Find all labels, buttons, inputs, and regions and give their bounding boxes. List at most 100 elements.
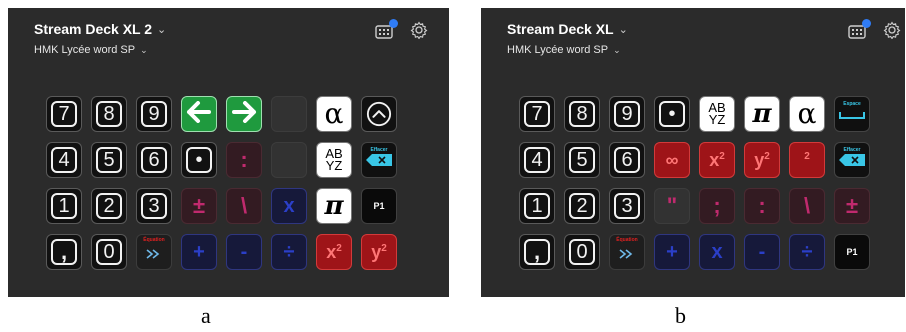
- profile-selector[interactable]: HMK Lycée word SP ⌄: [507, 44, 621, 56]
- key-label: 6: [141, 147, 167, 173]
- key-5-button[interactable]: 5: [564, 142, 600, 178]
- key-x-button[interactable]: x: [271, 188, 307, 224]
- key-x-button[interactable]: x2: [316, 234, 352, 270]
- key-8-button[interactable]: 8: [564, 96, 600, 132]
- key-x-button[interactable]: x2: [699, 142, 735, 178]
- key-8-button[interactable]: 8: [91, 96, 127, 132]
- key-symbol-button[interactable]: ": [654, 188, 690, 224]
- key-x-button[interactable]: x: [699, 234, 735, 270]
- key-label: Équation: [143, 237, 165, 243]
- key-1-button[interactable]: 1: [46, 188, 82, 224]
- key-label: 4: [51, 147, 77, 173]
- key-label: AB YZ: [325, 146, 343, 173]
- device-name: Stream Deck XL 2: [34, 21, 153, 37]
- key-7-button[interactable]: 7: [46, 96, 82, 132]
- key-empty-button[interactable]: [271, 96, 307, 132]
- key-0-button[interactable]: 0: [91, 234, 127, 270]
- key-label: •: [659, 101, 685, 127]
- key-symbol-button[interactable]: +: [654, 234, 690, 270]
- key-label: 5: [569, 147, 595, 173]
- key-text: y: [371, 241, 382, 262]
- key-label: y2: [754, 150, 770, 171]
- gear-icon[interactable]: [410, 21, 428, 40]
- key-espace-button[interactable]: Espace: [834, 96, 870, 132]
- key-symbol-button[interactable]: ∞: [654, 142, 690, 178]
- device-selector[interactable]: Stream Deck XL ⌄: [507, 21, 628, 37]
- key-label: :: [758, 193, 765, 219]
- key-label: -: [759, 241, 766, 264]
- key-0-button[interactable]: 0: [564, 234, 600, 270]
- chevron-up-circle-icon: [366, 101, 392, 127]
- key-1-button[interactable]: 1: [519, 188, 555, 224]
- key-symbol-button[interactable]: ,: [46, 234, 82, 270]
- store-icon[interactable]: [848, 19, 871, 40]
- key-symbol-button[interactable]: ;: [699, 188, 735, 224]
- key-equation-button[interactable]: Équation: [136, 234, 172, 270]
- key-text: -: [758, 240, 766, 263]
- key-superscript: 2: [764, 150, 770, 162]
- key-effacer-button[interactable]: Effacer: [361, 142, 397, 178]
- key-chevron-up-circle-button[interactable]: [361, 96, 397, 132]
- key-label: 2: [569, 193, 595, 219]
- key-arrow-left-button[interactable]: [181, 96, 217, 132]
- key-9-button[interactable]: 9: [136, 96, 172, 132]
- arrow-left-icon: [186, 100, 212, 128]
- key-equation-button[interactable]: Équation: [609, 234, 645, 270]
- key-symbol-button[interactable]: π: [744, 96, 780, 132]
- key-text: ": [666, 193, 678, 218]
- key-symbol-button[interactable]: \: [226, 188, 262, 224]
- key-symbol-button[interactable]: ÷: [789, 234, 825, 270]
- key-symbol-button[interactable]: π: [316, 188, 352, 224]
- key-symbol-button[interactable]: •: [654, 96, 690, 132]
- key-label: α: [324, 97, 344, 130]
- key-label: x2: [709, 150, 725, 171]
- key-2-button[interactable]: 2: [91, 188, 127, 224]
- key-arrow-right-button[interactable]: [226, 96, 262, 132]
- key-y-button[interactable]: y2: [361, 234, 397, 270]
- key-effacer-button[interactable]: Effacer: [834, 142, 870, 178]
- store-icon[interactable]: [375, 19, 398, 40]
- device-selector[interactable]: Stream Deck XL 2 ⌄: [34, 21, 166, 37]
- key-symbol-button[interactable]: :: [744, 188, 780, 224]
- key-symbol-button[interactable]: α: [789, 96, 825, 132]
- gear-icon[interactable]: [883, 21, 901, 40]
- key-y-button[interactable]: y2: [744, 142, 780, 178]
- key-symbol-button[interactable]: ÷: [271, 234, 307, 270]
- key-p1-button[interactable]: P1: [834, 234, 870, 270]
- key-label: ÷: [284, 241, 295, 264]
- key-4-button[interactable]: 4: [519, 142, 555, 178]
- key-ab-yz-button[interactable]: AB YZ: [699, 96, 735, 132]
- key-9-button[interactable]: 9: [609, 96, 645, 132]
- key-label: ±: [193, 193, 205, 219]
- key-text: P1: [373, 201, 385, 211]
- key-empty-button[interactable]: [271, 142, 307, 178]
- key-symbol-button[interactable]: ±: [834, 188, 870, 224]
- key-5-button[interactable]: 5: [91, 142, 127, 178]
- key-7-button[interactable]: 7: [519, 96, 555, 132]
- chevron-down-icon: ⌄: [140, 45, 148, 55]
- key-ab-yz-button[interactable]: AB YZ: [316, 142, 352, 178]
- key-label: 8: [569, 101, 595, 127]
- key-6-button[interactable]: 6: [136, 142, 172, 178]
- figure-caption-a: a: [201, 303, 211, 328]
- key-3-button[interactable]: 3: [609, 188, 645, 224]
- figure-caption-b: b: [675, 303, 686, 328]
- key-symbol-button[interactable]: -: [744, 234, 780, 270]
- key-symbol-button[interactable]: ±: [181, 188, 217, 224]
- profile-selector[interactable]: HMK Lycée word SP ⌄: [34, 44, 148, 56]
- key-6-button[interactable]: 6: [609, 142, 645, 178]
- key-label: ,: [51, 239, 77, 265]
- key-symbol-button[interactable]: :: [226, 142, 262, 178]
- chevron-down-icon: ⌄: [613, 45, 621, 55]
- key-symbol-button[interactable]: \: [789, 188, 825, 224]
- key-p1-button[interactable]: P1: [361, 188, 397, 224]
- key-3-button[interactable]: 3: [136, 188, 172, 224]
- key-symbol-button[interactable]: α: [316, 96, 352, 132]
- key-symbol-button[interactable]: ,: [519, 234, 555, 270]
- key-symbol-button[interactable]: •: [181, 142, 217, 178]
- key-4-button[interactable]: 4: [46, 142, 82, 178]
- key-symbol-button[interactable]: 2: [789, 142, 825, 178]
- key-symbol-button[interactable]: +: [181, 234, 217, 270]
- key-symbol-button[interactable]: -: [226, 234, 262, 270]
- key-2-button[interactable]: 2: [564, 188, 600, 224]
